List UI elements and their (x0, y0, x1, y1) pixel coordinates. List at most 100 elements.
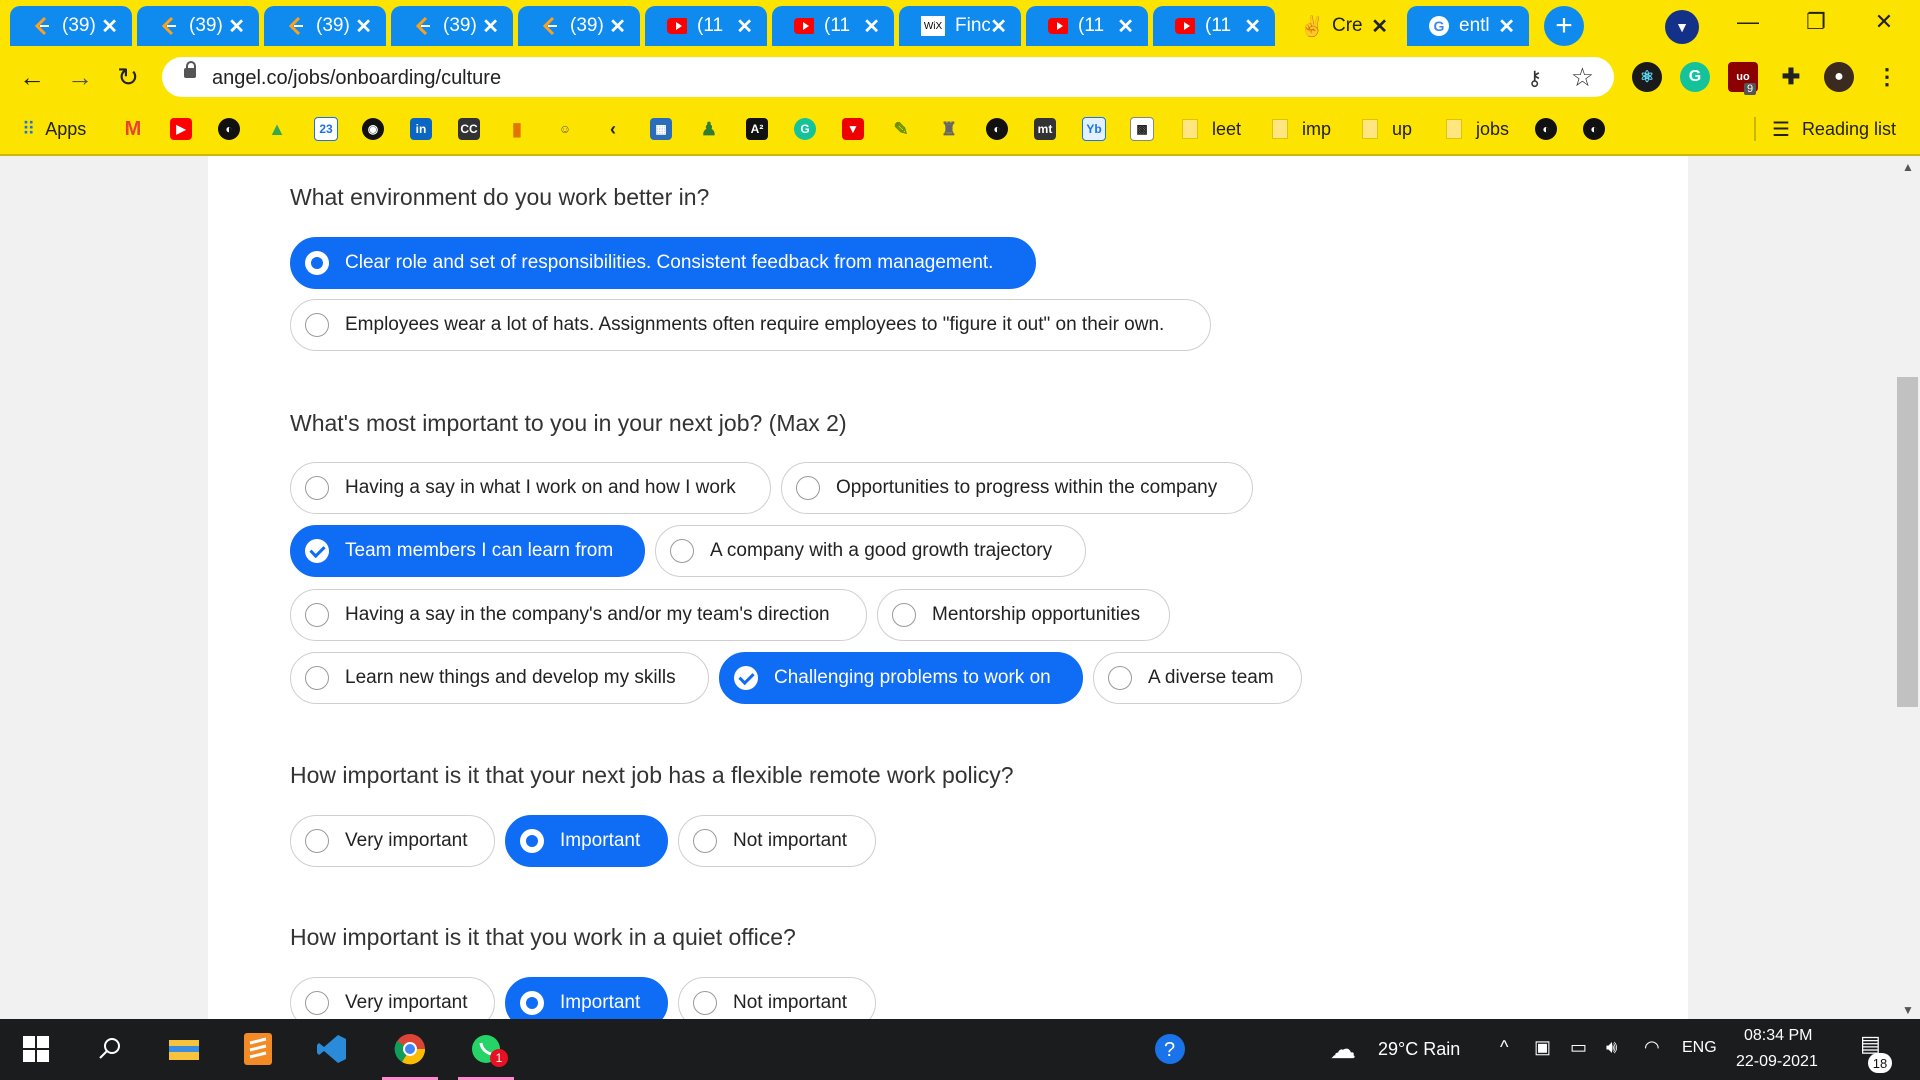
option-many-hats[interactable]: Employees wear a lot of hats. Assignment… (290, 299, 1211, 351)
download-icon[interactable]: ▼ (842, 116, 864, 142)
bookmark-folder-leet[interactable]: leet (1182, 116, 1241, 142)
bar-chart-icon[interactable]: ▮ (506, 116, 528, 142)
tab-search-icon[interactable]: ▼ (1665, 10, 1699, 44)
battery-icon[interactable]: ▭ (1570, 1037, 1587, 1058)
device-icon[interactable]: ▣ (1534, 1037, 1551, 1058)
owl-icon[interactable]: ☺ (554, 116, 576, 142)
chrome-icon[interactable] (382, 1029, 438, 1080)
globe-icon[interactable]: ◐ (1583, 116, 1605, 142)
browser-tab[interactable]: (39) ✕ (264, 6, 386, 46)
linkedin-icon[interactable]: in (410, 116, 432, 142)
weather-text[interactable]: 29°C Rain (1378, 1039, 1460, 1060)
close-icon[interactable]: ✕ (101, 14, 118, 39)
new-tab-button[interactable]: + (1544, 6, 1584, 46)
option-diverse-team[interactable]: A diverse team (1093, 652, 1302, 704)
browser-tab[interactable]: (11 ✕ (1153, 6, 1275, 46)
calendar-icon[interactable]: 23 (314, 116, 338, 142)
qr-icon[interactable]: ▩ (1130, 116, 1154, 142)
option-team-members[interactable]: Team members I can learn from (290, 525, 645, 577)
react-devtools-icon[interactable]: ⚛ (1632, 62, 1662, 92)
volume-icon[interactable]: 🔊︎ (1606, 1037, 1617, 1058)
option-important[interactable]: Important (505, 815, 668, 867)
browser-tab[interactable]: (39) ✕ (10, 6, 132, 46)
address-bar[interactable]: angel.co/jobs/onboarding/culture ⚷ ☆ (162, 57, 1614, 97)
browser-tab[interactable]: G entl ✕ (1407, 6, 1529, 46)
apps-shortcut[interactable]: ⠿ Apps (22, 116, 86, 142)
browser-tab[interactable]: (39) ✕ (137, 6, 259, 46)
bookmark-folder-jobs[interactable]: jobs (1446, 116, 1509, 142)
forward-arrow-icon[interactable]: → (62, 59, 98, 95)
close-icon[interactable]: ✕ (863, 14, 880, 39)
browser-tab[interactable]: (39) ✕ (518, 6, 640, 46)
globe-icon[interactable]: ◐ (1535, 116, 1557, 142)
browser-tab[interactable]: (11 ✕ (1026, 6, 1148, 46)
close-icon[interactable]: ✕ (355, 14, 372, 39)
option-progress[interactable]: Opportunities to progress within the com… (781, 462, 1253, 514)
pen-icon[interactable]: ✎ (890, 116, 912, 142)
close-icon[interactable]: ✕ (1371, 14, 1388, 39)
mt-icon[interactable]: mt (1034, 116, 1056, 142)
option-company-direction[interactable]: Having a say in the company's and/or my … (290, 589, 867, 641)
windows-start-icon[interactable] (16, 1029, 56, 1069)
option-mentorship[interactable]: Mentorship opportunities (877, 589, 1170, 641)
close-icon[interactable]: ✕ (1244, 14, 1261, 39)
avatar[interactable]: ● (1824, 62, 1854, 92)
scrollbar-thumb[interactable] (1897, 377, 1918, 707)
browser-tab[interactable]: WiX Finc ✕ (899, 6, 1021, 46)
minimize-icon[interactable]: — (1718, 0, 1778, 44)
restore-icon[interactable]: ❐ (1786, 0, 1846, 44)
reading-list-button[interactable]: ☰ Reading list (1772, 116, 1896, 142)
bookmark-folder-up[interactable]: up (1362, 116, 1412, 142)
chess-icon[interactable]: ♟ (698, 116, 720, 142)
emblem-icon[interactable]: ♜ (938, 116, 960, 142)
close-icon[interactable]: ✕ (228, 14, 245, 39)
clock-time[interactable]: 08:34 PM (1744, 1027, 1812, 1045)
chevron-up-icon[interactable]: ^ (1500, 1037, 1508, 1058)
vscode-icon[interactable] (312, 1029, 352, 1069)
menu-icon[interactable]: ⋮ (1872, 62, 1902, 92)
file-explorer-icon[interactable] (164, 1029, 204, 1069)
option-challenging-problems[interactable]: Challenging problems to work on (719, 652, 1083, 704)
drive-icon[interactable]: ▲ (266, 116, 288, 142)
close-icon[interactable]: ✕ (482, 14, 499, 39)
close-icon[interactable]: ✕ (990, 14, 1007, 39)
help-icon[interactable]: ? (1150, 1029, 1190, 1069)
close-window-icon[interactable]: ✕ (1854, 0, 1914, 44)
option-not-important[interactable]: Not important (678, 815, 876, 867)
yb-icon[interactable]: Yb (1082, 116, 1106, 142)
wifi-icon[interactable]: ◠ (1644, 1037, 1660, 1058)
weather-icon[interactable]: ☁ (1330, 1034, 1356, 1065)
youtube-icon[interactable]: ▶ (170, 116, 192, 142)
browser-tab[interactable]: (11 ✕ (645, 6, 767, 46)
option-clear-role[interactable]: Clear role and set of responsibilities. … (290, 237, 1036, 289)
close-icon[interactable]: ✕ (736, 14, 753, 39)
option-learn-new-things[interactable]: Learn new things and develop my skills (290, 652, 709, 704)
scroll-up-icon[interactable]: ▲ (1900, 160, 1916, 174)
sublime-text-icon[interactable] (238, 1029, 278, 1069)
option-not-important[interactable]: Not important (678, 977, 876, 1019)
bookmark-folder-imp[interactable]: imp (1272, 116, 1331, 142)
back-arrow-icon[interactable]: ← (14, 59, 50, 95)
grammarly-icon[interactable]: G (794, 116, 816, 142)
gmail-icon[interactable]: M (122, 116, 144, 142)
puzzle-icon[interactable]: ✚ (1776, 62, 1806, 92)
language-indicator[interactable]: ENG (1682, 1039, 1717, 1057)
option-important[interactable]: Important (505, 977, 668, 1019)
browser-tab[interactable]: (11 ✕ (772, 6, 894, 46)
whatsapp-icon[interactable]: 1 (458, 1029, 514, 1080)
bus-icon[interactable]: ▦ (650, 116, 672, 142)
option-say-in-work[interactable]: Having a say in what I work on and how I… (290, 462, 771, 514)
grammarly-icon[interactable]: G (1680, 62, 1710, 92)
scroll-down-icon[interactable]: ▼ (1900, 1003, 1916, 1017)
bookmark-star-icon[interactable]: ☆ (1571, 62, 1594, 93)
globe-icon[interactable]: ◐ (218, 116, 240, 142)
browser-tab[interactable]: (39) ✕ (391, 6, 513, 46)
option-very-important[interactable]: Very important (290, 977, 495, 1019)
github-icon[interactable]: ◉ (362, 116, 384, 142)
globe-icon[interactable]: ◐ (986, 116, 1008, 142)
close-icon[interactable]: ✕ (1498, 14, 1515, 39)
clock-date[interactable]: 22-09-2021 (1736, 1053, 1818, 1071)
leetcode-icon[interactable]: ‹ (602, 116, 624, 142)
codechef-icon[interactable]: CC (458, 116, 480, 142)
font-icon[interactable]: A² (746, 116, 768, 142)
